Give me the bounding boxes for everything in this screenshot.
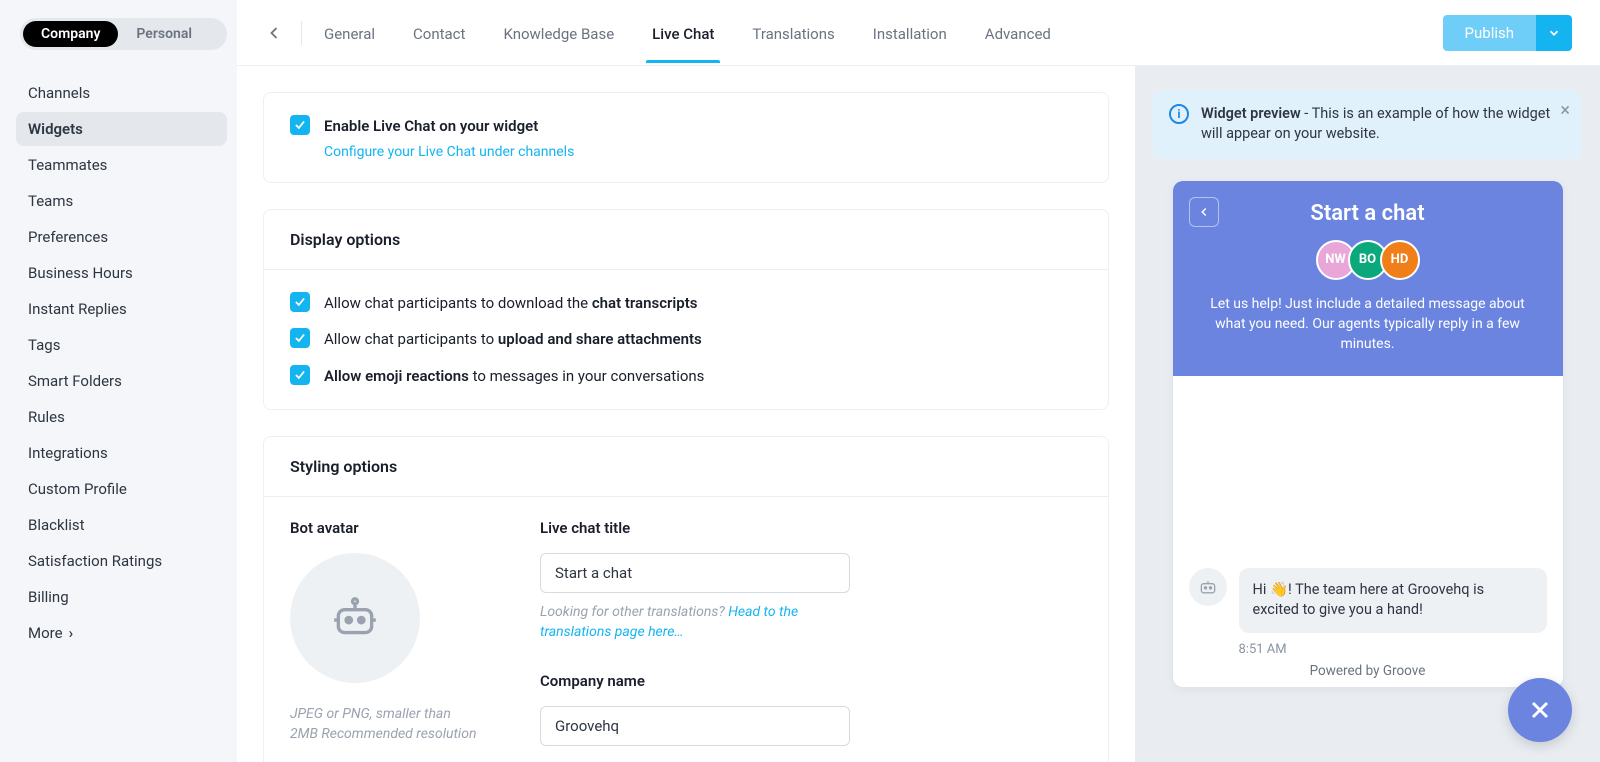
widget-preview: Start a chat NWBOHD Let us help! Just in… <box>1173 181 1563 687</box>
display-checkbox-0[interactable] <box>290 292 310 312</box>
display-option-1: Allow chat participants to upload and sh… <box>324 328 702 351</box>
styling-options-card: Styling options Bot avatar JPEG or P <box>263 436 1109 762</box>
main-panel: General Contact Knowledge Base Live Chat Tra… <box>237 0 1600 762</box>
sidebar-item-billing[interactable]: Billing <box>16 580 227 614</box>
tab-installation[interactable]: Installation <box>871 3 949 63</box>
bot-icon <box>330 593 380 643</box>
sidebar-item-custom-profile[interactable]: Custom Profile <box>16 472 227 506</box>
preview-banner-close[interactable]: × <box>1560 102 1570 120</box>
tab-general[interactable]: General <box>322 3 377 63</box>
message-time: 8:51 AM <box>1239 642 1287 657</box>
chat-title-input[interactable] <box>540 553 850 593</box>
enable-livechat-checkbox[interactable] <box>290 115 310 135</box>
bot-avatar-upload[interactable] <box>290 553 420 683</box>
enable-livechat-label: Enable Live Chat on your widget <box>324 117 538 135</box>
agent-avatars: NWBOHD <box>1191 240 1545 280</box>
widget-title: Start a chat <box>1191 201 1545 226</box>
display-option-0: Allow chat participants to download the … <box>324 292 698 315</box>
display-options-card: Display options Allow chat participants … <box>263 209 1109 411</box>
bot-avatar-small <box>1189 568 1227 606</box>
widget-subtitle: Let us help! Just include a detailed mes… <box>1191 294 1545 355</box>
display-checkbox-2[interactable] <box>290 365 310 385</box>
tab-knowledge-base[interactable]: Knowledge Base <box>501 3 616 63</box>
bot-avatar-hint: JPEG or PNG, smaller than 2MB Recommende… <box>290 705 480 744</box>
display-options-title: Display options <box>264 210 1108 270</box>
powered-by: Powered by Groove <box>1173 663 1563 679</box>
scope-company[interactable]: Company <box>23 21 118 47</box>
sidebar-item-more[interactable]: More <box>16 616 227 650</box>
sidebar-item-blacklist[interactable]: Blacklist <box>16 508 227 542</box>
chat-title-label: Live chat title <box>540 519 1082 537</box>
styling-options-title: Styling options <box>264 437 1108 497</box>
publish-button[interactable]: Publish <box>1443 15 1572 51</box>
sidebar-item-instant-replies[interactable]: Instant Replies <box>16 292 227 326</box>
tab-advanced[interactable]: Advanced <box>983 3 1053 63</box>
sidebar-item-teams[interactable]: Teams <box>16 184 227 218</box>
info-icon: i <box>1169 104 1189 124</box>
sidebar-item-smart-folders[interactable]: Smart Folders <box>16 364 227 398</box>
tab-live-chat[interactable]: Live Chat <box>650 3 716 63</box>
chat-title-hint: Looking for other translations? Head to … <box>540 603 850 642</box>
back-button[interactable] <box>261 20 287 46</box>
publish-label: Publish <box>1443 15 1536 51</box>
agent-avatar: HD <box>1380 240 1420 280</box>
settings-column: Enable Live Chat on your widget Configur… <box>237 66 1135 762</box>
tab-translations[interactable]: Translations <box>750 3 836 63</box>
sidebar-item-widgets[interactable]: Widgets <box>16 112 227 146</box>
chat-message: Hi 👋! The team here at Groovehq is excit… <box>1239 568 1547 633</box>
bot-avatar-label: Bot avatar <box>290 519 359 537</box>
sidebar-item-channels[interactable]: Channels <box>16 76 227 110</box>
settings-sidebar: Company Personal ChannelsWidgetsTeammate… <box>0 0 237 762</box>
tab-bar: General Contact Knowledge Base Live Chat Tra… <box>237 0 1600 66</box>
sidebar-item-satisfaction-ratings[interactable]: Satisfaction Ratings <box>16 544 227 578</box>
sidebar-item-preferences[interactable]: Preferences <box>16 220 227 254</box>
company-name-label: Company name <box>540 672 1082 690</box>
preview-column: i Widget preview - This is an example of… <box>1135 66 1600 762</box>
configure-livechat-link[interactable]: Configure your Live Chat under channels <box>324 144 574 160</box>
widget-back-button[interactable] <box>1189 197 1219 227</box>
sidebar-item-integrations[interactable]: Integrations <box>16 436 227 470</box>
sidebar-item-teammates[interactable]: Teammates <box>16 148 227 182</box>
preview-banner: i Widget preview - This is an example of… <box>1153 90 1582 159</box>
display-checkbox-1[interactable] <box>290 328 310 348</box>
preview-banner-title: Widget preview <box>1201 105 1301 122</box>
sidebar-item-business-hours[interactable]: Business Hours <box>16 256 227 290</box>
widget-fab-close[interactable] <box>1508 678 1572 742</box>
scope-toggle: Company Personal <box>20 18 227 50</box>
tab-contact[interactable]: Contact <box>411 3 467 63</box>
divider <box>301 21 302 45</box>
sidebar-item-rules[interactable]: Rules <box>16 400 227 434</box>
company-name-input[interactable] <box>540 706 850 746</box>
display-option-2: Allow emoji reactions to messages in you… <box>324 365 704 388</box>
enable-livechat-card: Enable Live Chat on your widget Configur… <box>263 92 1109 183</box>
sidebar-item-tags[interactable]: Tags <box>16 328 227 362</box>
publish-caret[interactable] <box>1536 15 1572 51</box>
scope-personal[interactable]: Personal <box>118 21 210 47</box>
